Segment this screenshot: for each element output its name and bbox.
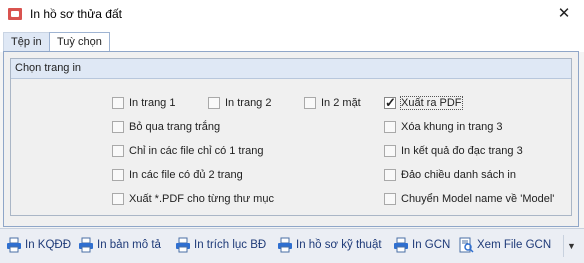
button-label: In bản mô tả xyxy=(97,239,161,251)
tab-strip: Tệp in Tuỳ chọn xyxy=(0,29,584,53)
checkbox[interactable] xyxy=(384,145,396,157)
checkbox[interactable] xyxy=(384,121,396,133)
printer-icon xyxy=(278,237,292,253)
checkbox[interactable] xyxy=(112,145,124,157)
checkbox[interactable] xyxy=(384,169,396,181)
option-label: Chuyển Model name về 'Model' xyxy=(401,193,555,205)
option-label: In kết quả đo đạc trang 3 xyxy=(401,145,523,157)
option-label: Xóa khung in trang 3 xyxy=(401,121,503,133)
checkbox-checked[interactable] xyxy=(384,95,396,111)
printer-icon xyxy=(176,237,190,253)
option-label: Chỉ in các file chỉ có 1 trang xyxy=(129,145,264,157)
option-label: Xuất *.PDF cho từng thư mục xyxy=(129,193,274,205)
title-bar: In hồ sơ thửa đất ✕ xyxy=(0,0,584,29)
button-label: In hồ sơ kỹ thuật xyxy=(296,239,382,251)
group-title: Chọn trang in xyxy=(15,62,82,74)
printer-icon xyxy=(79,237,93,253)
print-dialog-window: In hồ sơ thửa đất ✕ Tệp in Tuỳ chọn Chọn… xyxy=(0,0,584,263)
option-label: In trang 1 xyxy=(129,97,176,109)
checkbox[interactable] xyxy=(112,97,124,109)
option-label: In trang 2 xyxy=(225,97,272,109)
checkbox[interactable] xyxy=(112,193,124,205)
page-selection-group: Chọn trang in In trang 1 In trang 2 In 2… xyxy=(10,58,572,216)
document-view-icon xyxy=(459,237,474,253)
button-label: In GCN xyxy=(412,239,451,251)
tab-options[interactable]: Tuỳ chọn xyxy=(49,32,110,53)
checkbox[interactable] xyxy=(112,169,124,181)
bottom-toolbar: In KQĐĐ In bản mô tả In trích lục BĐ In … xyxy=(0,228,584,263)
option-label: Đảo chiều danh sách in xyxy=(401,169,516,181)
window-title: In hồ sơ thửa đất xyxy=(30,7,122,21)
options-panel: Chọn trang in In trang 1 In trang 2 In 2… xyxy=(3,51,579,227)
checkbox[interactable] xyxy=(208,97,220,109)
checkbox[interactable] xyxy=(384,193,396,205)
button-label: Xem File GCN xyxy=(477,239,552,251)
checkbox[interactable] xyxy=(112,121,124,133)
option-label: Bỏ qua trang trắng xyxy=(129,121,221,133)
button-label: In KQĐĐ xyxy=(25,239,72,251)
checkbox[interactable] xyxy=(304,97,316,109)
group-header: Chọn trang in xyxy=(11,59,571,79)
option-label: In 2 mặt xyxy=(321,97,361,109)
printer-icon xyxy=(7,237,21,253)
button-label: In trích lục BĐ xyxy=(194,239,267,251)
option-label: Xuất ra PDF xyxy=(400,96,463,110)
option-label: In các file có đủ 2 trang xyxy=(129,169,243,181)
close-button[interactable]: ✕ xyxy=(552,4,576,24)
tab-print-files[interactable]: Tệp in xyxy=(3,32,50,52)
toolbar-overflow-button[interactable]: ▼ xyxy=(563,235,579,257)
app-icon xyxy=(8,8,22,20)
printer-icon xyxy=(394,237,408,253)
